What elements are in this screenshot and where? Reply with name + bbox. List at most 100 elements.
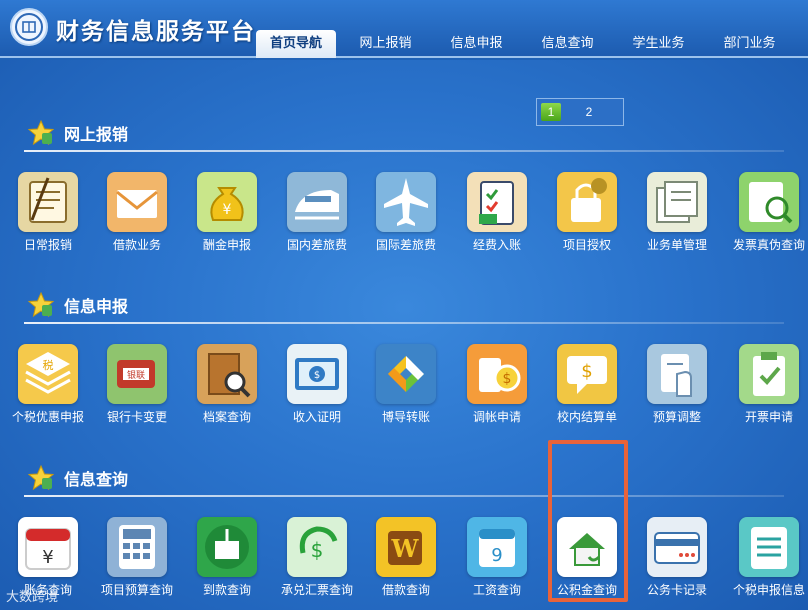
svg-text:¥: ¥ [223,202,232,218]
section-divider [24,322,784,324]
tab-home-nav[interactable]: 首页导航 [256,30,336,58]
app-tile-label: 个税优惠申报 [11,410,84,424]
app-tile-label: 预算调整 [652,410,701,424]
section-title: 信息查询 [64,470,129,489]
icon-grid-row: 税个税优惠申报 银联 银行卡变更 档案查询 $ 收入证明 博导转账 $ 调帐申请 $ 校内结算单 预算… [0,344,808,434]
section-header: 信息申报 [28,290,128,320]
lock-key-icon [557,172,617,232]
svg-text:¥: ¥ [42,547,53,568]
tax-list-icon [739,517,799,577]
app-tile-label: 发票真伪查询 [732,238,805,252]
app-tile[interactable]: 项目授权 [542,172,632,260]
svg-text:$: $ [503,371,512,387]
app-tile[interactable]: $ 校内结算单 [542,344,632,432]
money-bag-icon: ¥ [197,172,257,232]
calendar-yuan-icon: ¥ [18,517,78,577]
app-tile[interactable]: 国内差旅费 [272,172,362,260]
logo-emblem-icon [15,13,43,41]
app-tile-label: 酬金申报 [202,238,251,252]
app-tile[interactable]: ¥ 酬金申报 [182,172,272,260]
archive-search-icon [197,344,257,404]
app-tile[interactable]: 项目预算查询 [92,517,182,605]
app-tile-label: 调帐申请 [472,410,521,424]
main-nav-tabs: 首页导航 网上报销 信息申报 信息查询 学生业务 部门业务 [256,30,795,58]
top-header: 财务信息服务平台 首页导航 网上报销 信息申报 信息查询 学生业务 部门业务 [0,0,808,58]
star-icon [28,120,54,146]
app-tile[interactable]: 开票申请 [724,344,808,432]
svg-text:W: W [391,534,420,563]
app-tile[interactable]: 公务卡记录 [632,517,722,605]
income-certificate-icon: $ [287,344,347,404]
page-1-button[interactable]: 1 [541,103,561,121]
tax-icon: 税 [18,344,78,404]
train-icon [287,172,347,232]
app-tile[interactable]: 银联 银行卡变更 [92,344,182,432]
app-tile-label: 借款业务 [112,238,161,252]
section-header: 信息查询 [28,463,128,493]
app-tile[interactable]: 到款查询 [182,517,272,605]
app-tile[interactable]: 发票真伪查询 [724,172,808,260]
tab-online-reimbursement[interactable]: 网上报销 [340,30,431,58]
watermark-text: 大数跨境 [6,590,59,605]
app-tile-label: 开票申请 [744,410,793,424]
app-tile-label: 档案查询 [202,410,251,424]
app-tile[interactable]: $ 收入证明 [272,344,362,432]
documents-icon [647,172,707,232]
envelope-icon [107,172,167,232]
app-tile-label: 公积金查询 [556,583,617,597]
app-tile-label: 日常报销 [23,238,72,252]
page-switcher: 1 2 [536,98,624,126]
bank-card-icon: 银联 [107,344,167,404]
app-tile[interactable]: 国际差旅费 [361,172,451,260]
app-tile[interactable]: 9 工资查询 [452,517,542,605]
app-tile-label: 业务单管理 [646,238,707,252]
airplane-icon [376,172,436,232]
app-tile[interactable]: $ 调帐申请 [452,344,542,432]
app-tile-label: 项目预算查询 [100,583,173,597]
page-2-button[interactable]: 2 [579,103,599,121]
site-title: 财务信息服务平台 [56,19,256,45]
app-tile[interactable]: 博导转账 [361,344,451,432]
star-icon [28,465,54,491]
section-divider [24,495,784,497]
clipboard-check-icon [467,172,527,232]
app-tile-label: 借款查询 [381,583,430,597]
app-tile[interactable]: 个税申报信息 [724,517,808,605]
app-tile-label: 公务卡记录 [646,583,707,597]
app-tile[interactable]: 公积金查询 [542,517,632,605]
app-tile[interactable]: 档案查询 [182,344,272,432]
app-tile-label: 收入证明 [292,410,341,424]
app-tile-label: 银行卡变更 [106,410,167,424]
app-tile[interactable]: W 借款查询 [361,517,451,605]
tab-department-business[interactable]: 部门业务 [704,30,795,58]
invoice-apply-icon [739,344,799,404]
app-tile-label: 承兑汇票查询 [280,583,353,597]
word-tile-icon: W [376,517,436,577]
settlement-icon: $ [557,344,617,404]
app-tile[interactable]: 业务单管理 [632,172,722,260]
app-tile-label: 工资查询 [472,583,521,597]
tab-student-business[interactable]: 学生业务 [613,30,704,58]
app-tile[interactable]: $ 承兑汇票查询 [272,517,362,605]
app-tile[interactable]: 借款业务 [92,172,182,260]
icon-grid-row: 日常报销 借款业务 ¥ 酬金申报 国内差旅费 国际差旅费 经费入账 项目授权 业务单管理 发票真伪… [0,172,808,262]
inbox-download-icon [197,517,257,577]
tab-info-query[interactable]: 信息查询 [522,30,613,58]
app-tile-label: 项目授权 [562,238,611,252]
app-tile[interactable]: 税个税优惠申报 [3,344,93,432]
house-smile-icon [557,517,617,577]
app-tile[interactable]: 日常报销 [3,172,93,260]
svg-text:9: 9 [491,545,502,566]
section-title: 网上报销 [64,125,129,144]
svg-text:$: $ [314,370,320,381]
transfer-icon [376,344,436,404]
svg-text:银联: 银联 [127,369,145,381]
app-tile[interactable]: 预算调整 [632,344,722,432]
invoice-search-icon [739,172,799,232]
svg-text:$: $ [581,361,592,382]
app-tile-label: 博导转账 [381,410,430,424]
svg-text:$: $ [311,538,324,562]
star-icon [28,292,54,318]
tab-info-declaration[interactable]: 信息申报 [431,30,522,58]
app-tile[interactable]: 经费入账 [452,172,542,260]
